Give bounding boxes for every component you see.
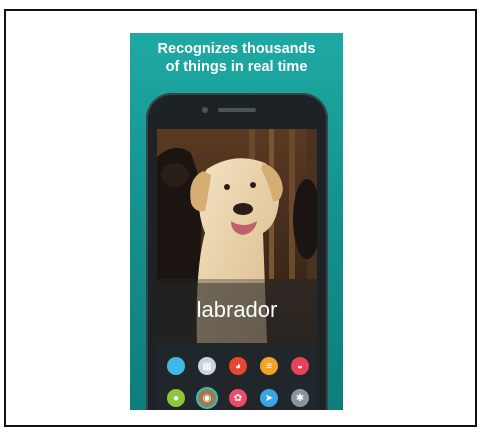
gear-icon[interactable]: ✱	[291, 389, 309, 407]
speaker-grille	[218, 108, 256, 112]
gift-icon[interactable]: ▦	[198, 357, 216, 375]
camera-viewfinder[interactable]: labrador	[157, 129, 317, 343]
circle-icon[interactable]	[167, 357, 185, 375]
flower-icon[interactable]: ✿	[229, 389, 247, 407]
front-camera-icon	[202, 107, 208, 113]
detected-label: labrador	[196, 297, 278, 322]
location-arrow-icon[interactable]: ➤	[260, 389, 278, 407]
headline-line-2: of things in real time	[165, 59, 308, 75]
burger-icon[interactable]: ≡	[260, 357, 278, 375]
phone-mockup: labrador ▦ ◕ ≡ ◒ ● ◉ ✿ ➤ ✱	[146, 93, 328, 410]
headline-line-1: Recognizes thousands	[157, 41, 316, 57]
color-wheel-icon[interactable]: ◕	[229, 357, 247, 375]
dog-icon[interactable]: ◉	[198, 389, 216, 407]
app-promo-card: Recognizes thousands of things in real t…	[130, 33, 343, 410]
promo-headline: Recognizes thousands of things in real t…	[130, 40, 343, 76]
fruit-icon[interactable]: ●	[167, 389, 185, 407]
category-toolbar: ▦ ◕ ≡ ◒ ● ◉ ✿ ➤ ✱	[157, 343, 317, 410]
basket-icon[interactable]: ◒	[291, 357, 309, 375]
